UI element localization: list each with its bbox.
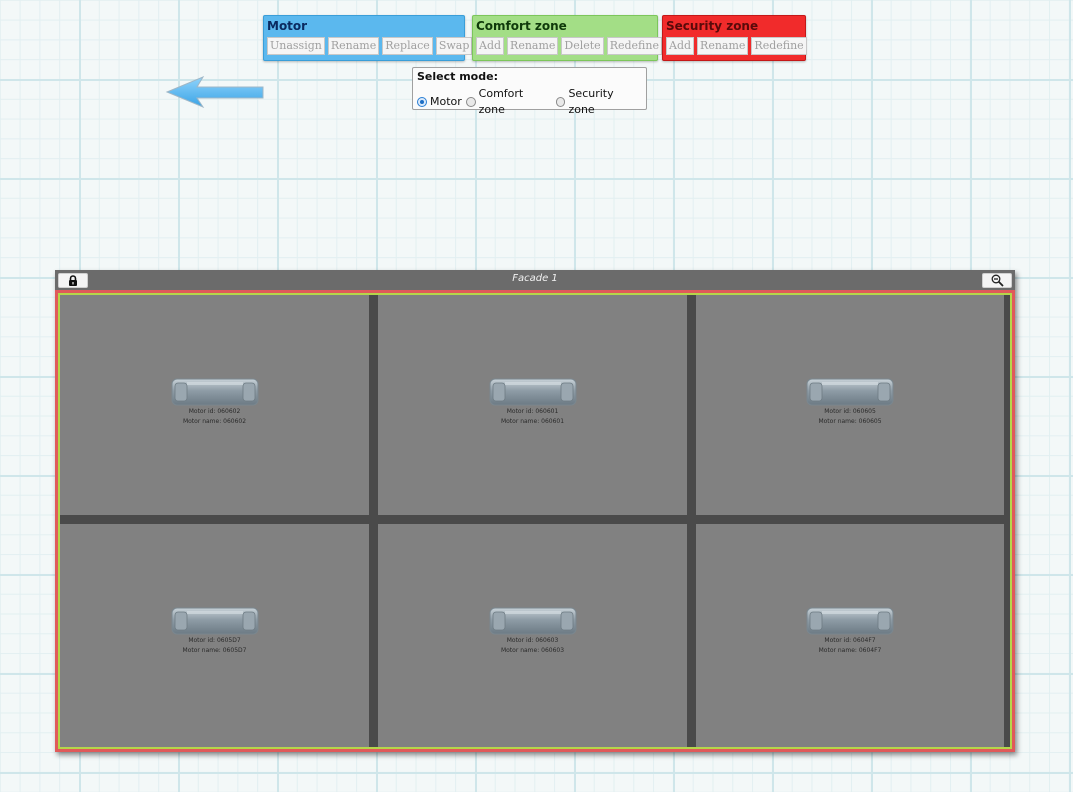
motor-icon <box>171 378 258 406</box>
comfort-zone-delete-button[interactable]: Delete <box>561 37 604 55</box>
motor-item[interactable]: Motor id: 060602 Motor name: 060602 <box>170 378 260 426</box>
radio-selected-icon[interactable] <box>417 97 427 107</box>
motor-window-cell[interactable]: Motor id: 0605D7 Motor name: 0605D7 <box>60 524 369 747</box>
motor-rename-button[interactable]: Rename <box>327 37 380 55</box>
security-zone-rename-button[interactable]: Rename <box>697 37 749 55</box>
motor-icon <box>171 607 258 635</box>
facade-panel: Facade 1 Motor id: 060602 Motor name: 060… <box>55 270 1015 752</box>
motor-name-label: Motor name: 060605 <box>818 418 882 425</box>
motor-window-cell[interactable]: Motor id: 060605 Motor name: 060605 <box>696 295 1004 515</box>
motor-item[interactable]: Motor id: 0605D7 Motor name: 0605D7 <box>170 607 260 655</box>
motor-item[interactable]: Motor id: 060601 Motor name: 060601 <box>488 378 578 426</box>
motor-name-label: Motor name: 060603 <box>500 647 565 654</box>
comfort-zone-group-title: Comfort zone <box>476 19 567 33</box>
mode-option-motor[interactable]: Motor <box>417 94 462 110</box>
security-zone-border: Motor id: 060602 Motor name: 060602 Motor … <box>55 290 1015 752</box>
security-zone-toolbar-group: Security zone Add Rename Redefine <box>662 15 807 61</box>
motor-name-label: Motor name: 060602 <box>182 418 247 425</box>
motor-id-label: Motor id: 060602 <box>188 408 241 415</box>
motor-item[interactable]: Motor id: 060605 Motor name: 060605 <box>805 378 895 426</box>
radio-unselected-icon[interactable] <box>465 97 476 107</box>
motor-toolbar-group: Motor Unassign Rename Replace Swap <box>263 15 473 61</box>
motor-icon <box>806 378 894 406</box>
motor-window-cell[interactable]: Motor id: 060603 Motor name: 060603 <box>378 524 687 747</box>
motor-icon <box>489 607 576 635</box>
motor-id-label: Motor id: 060601 <box>506 408 559 415</box>
facade-title: Facade 1 <box>512 273 558 284</box>
motor-group-title: Motor <box>267 19 308 33</box>
mode-option-comfort-zone[interactable]: Comfort zone <box>465 86 552 118</box>
select-mode-title: Select mode: <box>417 70 498 83</box>
security-zone-add-button[interactable]: Add <box>666 37 695 55</box>
motor-unassign-button[interactable]: Unassign <box>267 37 325 55</box>
comfort-zone-redefine-button[interactable]: Redefine <box>606 37 662 55</box>
radio-unselected-icon[interactable] <box>555 97 566 107</box>
mode-option-label: Motor <box>430 95 462 108</box>
back-arrow-icon[interactable] <box>165 76 265 108</box>
motor-icon <box>489 378 576 406</box>
motor-window-cell[interactable]: Motor id: 0604F7 Motor name: 0604F7 <box>696 524 1004 747</box>
comfort-zone-border: Motor id: 060602 Motor name: 060602 Motor … <box>58 293 1012 749</box>
motor-swap-button[interactable]: Swap <box>435 37 473 55</box>
mode-option-security-zone[interactable]: Security zone <box>555 86 642 118</box>
motor-id-label: Motor id: 0604F7 <box>824 637 876 644</box>
motor-id-label: Motor id: 060603 <box>506 637 559 644</box>
comfort-zone-toolbar-group: Comfort zone Add Rename Delete Redefine <box>472 15 662 61</box>
facade-header: Facade 1 <box>55 270 1015 290</box>
mode-option-label: Security zone <box>568 87 614 116</box>
motor-id-label: Motor id: 060605 <box>824 408 876 415</box>
motor-window-cell[interactable]: Motor id: 060601 Motor name: 060601 <box>378 295 687 515</box>
motor-id-label: Motor id: 0605D7 <box>188 637 241 644</box>
motor-window-cell[interactable]: Motor id: 060602 Motor name: 060602 <box>60 295 369 515</box>
motor-name-label: Motor name: 0604F7 <box>818 647 882 654</box>
motor-item[interactable]: Motor id: 060603 Motor name: 060603 <box>488 607 578 655</box>
comfort-zone-add-button[interactable]: Add <box>476 37 505 55</box>
motor-name-label: Motor name: 060601 <box>500 418 565 425</box>
zoom-out-button[interactable] <box>982 273 1012 288</box>
motor-icon <box>806 607 894 635</box>
security-zone-redefine-button[interactable]: Redefine <box>751 37 807 55</box>
motor-item[interactable]: Motor id: 0604F7 Motor name: 0604F7 <box>805 607 895 655</box>
motor-name-label: Motor name: 0605D7 <box>182 647 247 654</box>
motor-replace-button[interactable]: Replace <box>382 37 433 55</box>
select-mode-panel: Select mode: Motor Comfort zone Security… <box>412 67 647 116</box>
security-zone-group-title: Security zone <box>666 19 759 33</box>
mode-option-label: Comfort zone <box>478 87 524 116</box>
zoom-out-icon <box>991 274 1004 287</box>
comfort-zone-rename-button[interactable]: Rename <box>507 37 559 55</box>
